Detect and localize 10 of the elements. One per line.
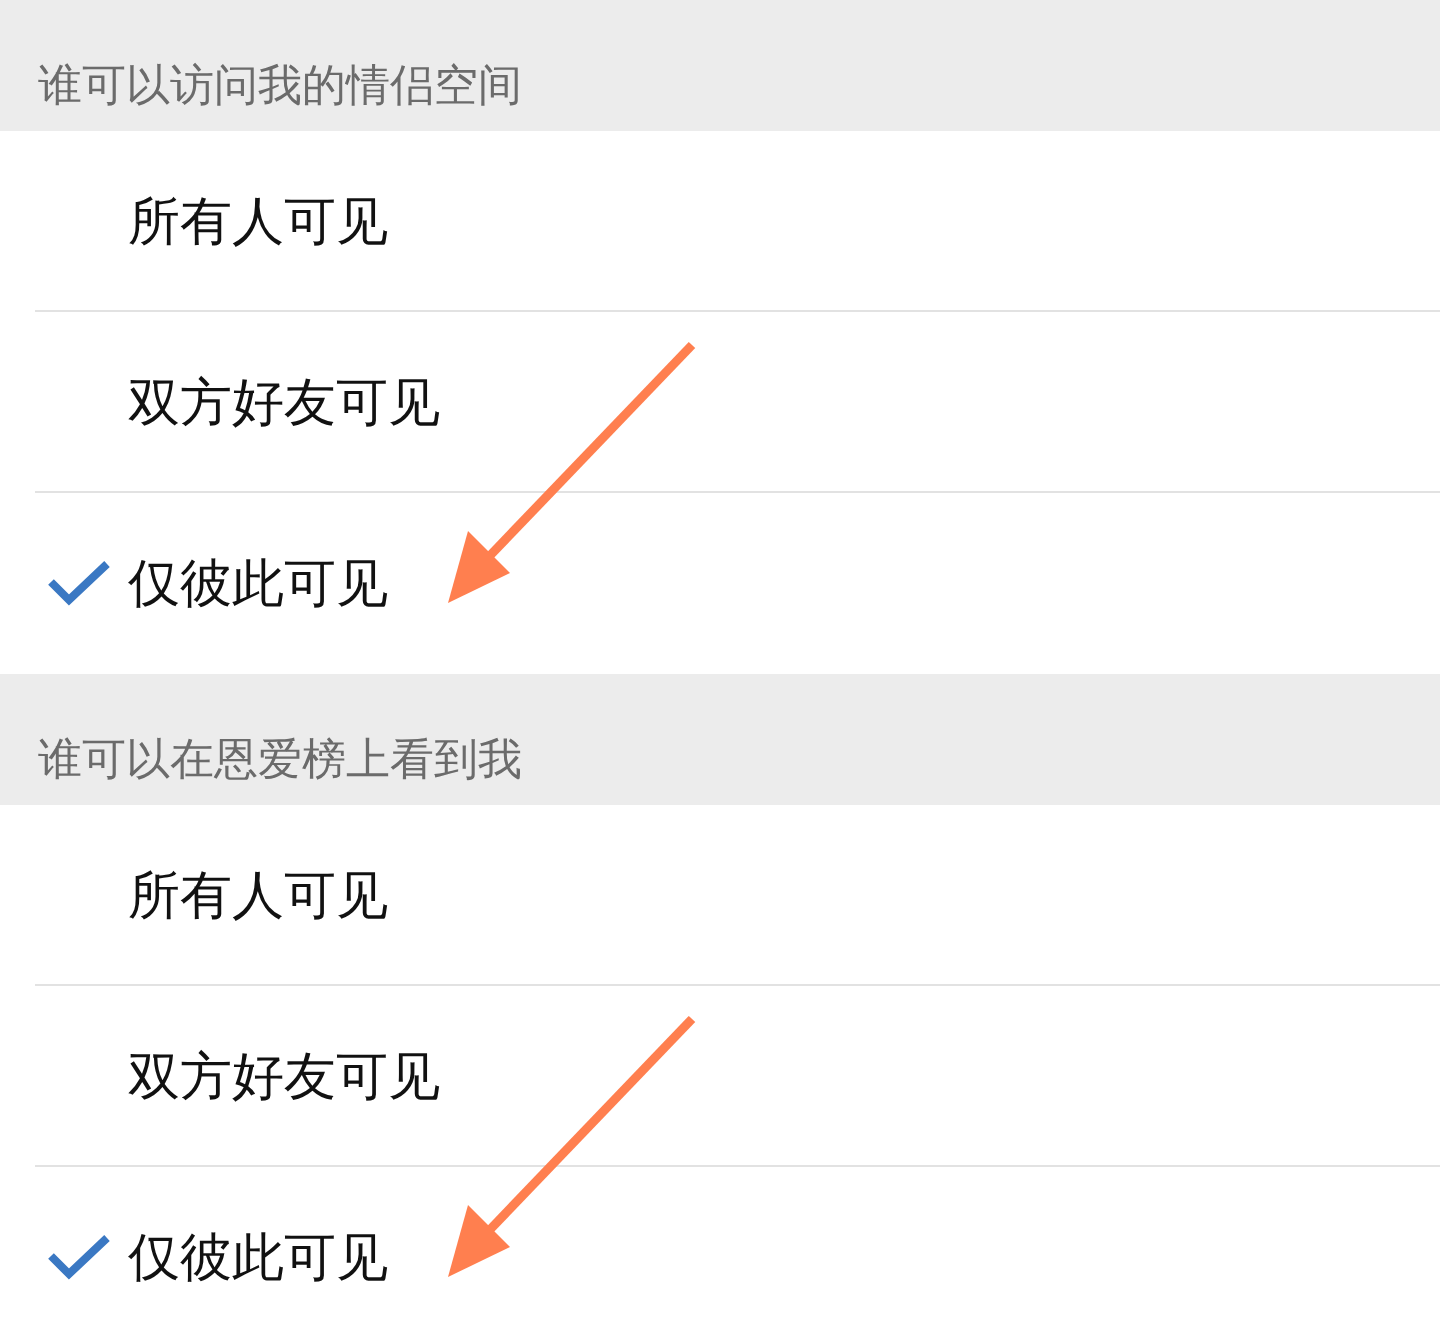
option-label: 所有人可见 <box>128 189 388 253</box>
section-title: 谁可以在恩爱榜上看到我 <box>38 732 522 786</box>
option-label: 双方好友可见 <box>128 370 440 434</box>
option-label: 双方好友可见 <box>128 1044 440 1108</box>
option-label: 仅彼此可见 <box>128 551 388 615</box>
section-title: 谁可以访问我的情侣空间 <box>38 58 522 112</box>
checkmark-icon <box>47 1233 111 1282</box>
option-label: 仅彼此可见 <box>128 1225 388 1289</box>
checkmark-icon <box>47 559 111 608</box>
option-label: 所有人可见 <box>128 863 388 927</box>
